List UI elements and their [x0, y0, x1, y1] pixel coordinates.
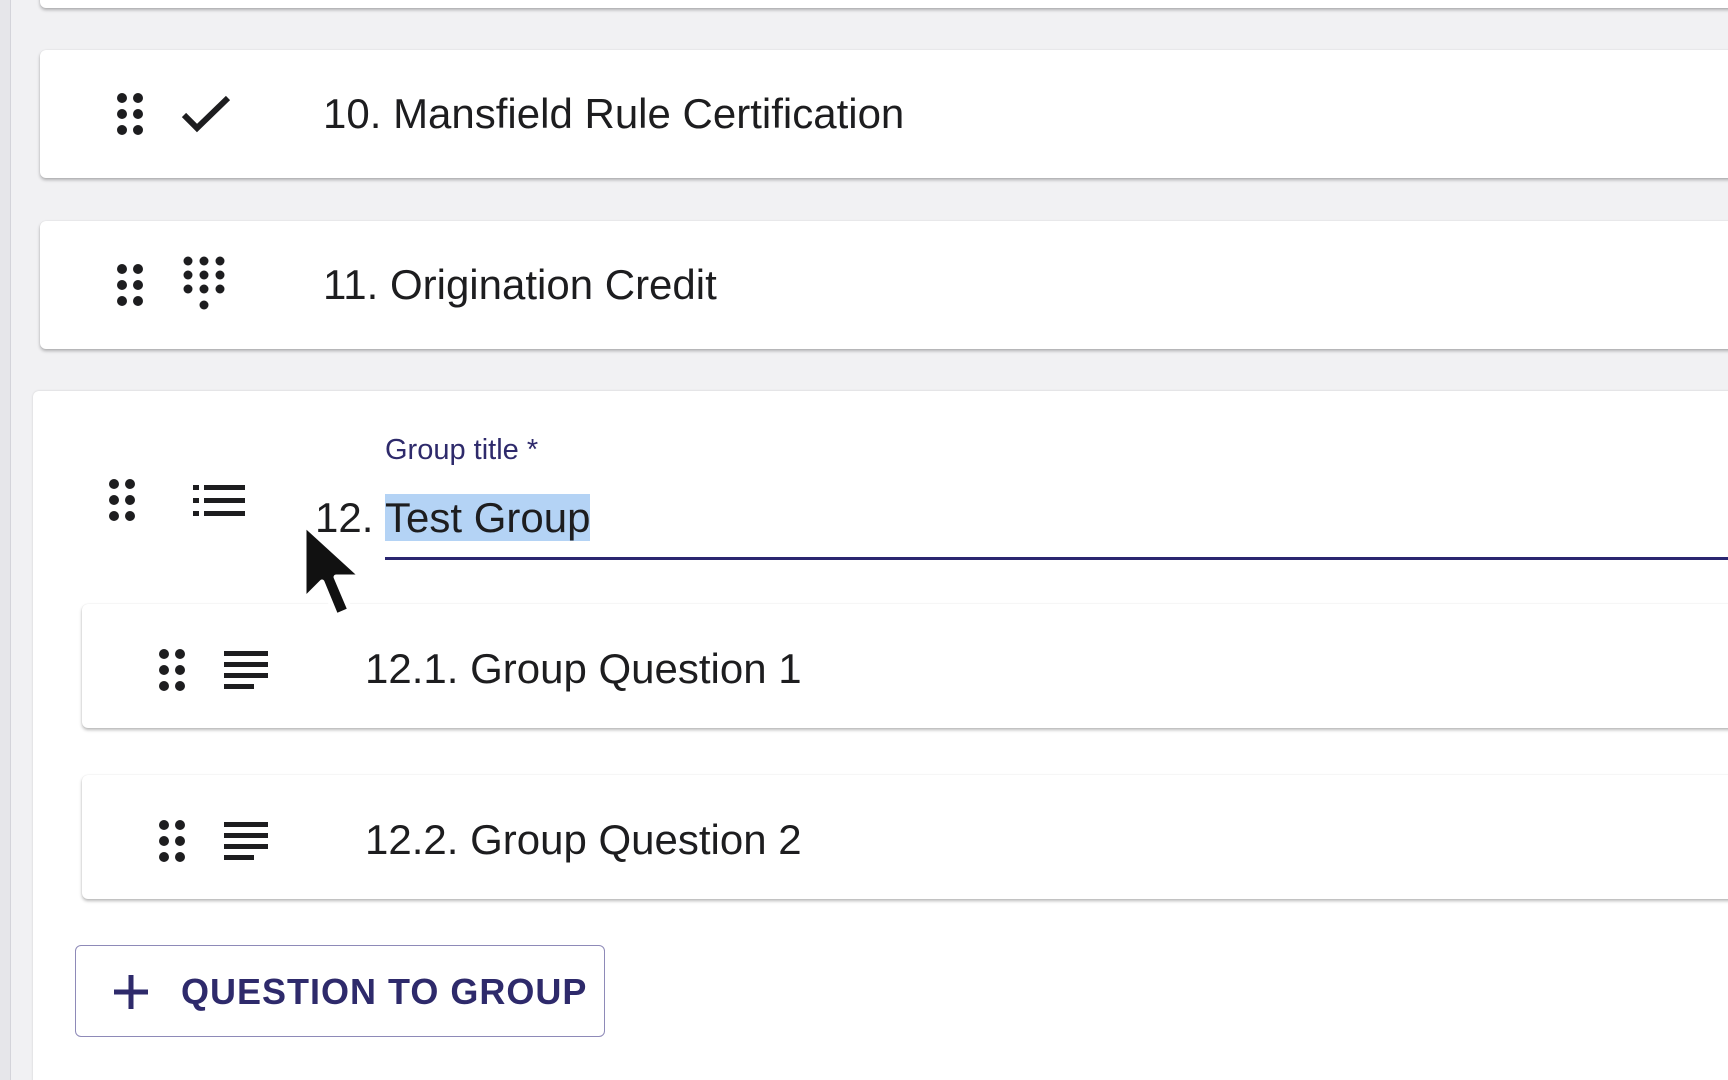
dialpad-icon: [183, 256, 225, 310]
add-question-to-group-button[interactable]: QUESTION TO GROUP: [75, 945, 605, 1037]
drag-handle-icon[interactable]: [106, 476, 138, 524]
question-card-10[interactable]: 10. Mansfield Rule Certification: [40, 50, 1728, 178]
group-question-title: 12.1. Group Question 1: [365, 645, 802, 692]
plus-icon: [114, 975, 148, 1009]
list-icon: [193, 485, 245, 516]
drag-handle-icon[interactable]: [114, 261, 146, 309]
drag-handle-icon[interactable]: [156, 646, 188, 694]
group-title-input[interactable]: Test Group: [385, 490, 1728, 546]
selected-text: Test Group: [385, 494, 591, 541]
group-question-card-12-2[interactable]: 12.2. Group Question 2: [82, 775, 1728, 899]
question-card-11[interactable]: 11. Origination Credit: [40, 221, 1728, 349]
question-title: 10. Mansfield Rule Certification: [323, 90, 905, 137]
group-question-title: 12.2. Group Question 2: [365, 816, 802, 863]
drag-handle-icon[interactable]: [114, 90, 146, 138]
add-button-label: QUESTION TO GROUP: [181, 971, 588, 1012]
mouse-cursor-icon: [301, 521, 365, 619]
group-title-underline: [385, 557, 1728, 560]
survey-editor: 10. Mansfield Rule Certification 11. Ori…: [0, 0, 1728, 1080]
drag-handle-icon[interactable]: [156, 817, 188, 865]
question-card-previous[interactable]: [40, 0, 1728, 8]
text-lines-icon: [224, 651, 268, 689]
group-title-label: Group title *: [385, 434, 539, 466]
check-icon: [181, 95, 231, 133]
left-rail: [0, 0, 11, 1080]
text-lines-icon: [224, 822, 268, 860]
question-title: 11. Origination Credit: [323, 261, 717, 308]
